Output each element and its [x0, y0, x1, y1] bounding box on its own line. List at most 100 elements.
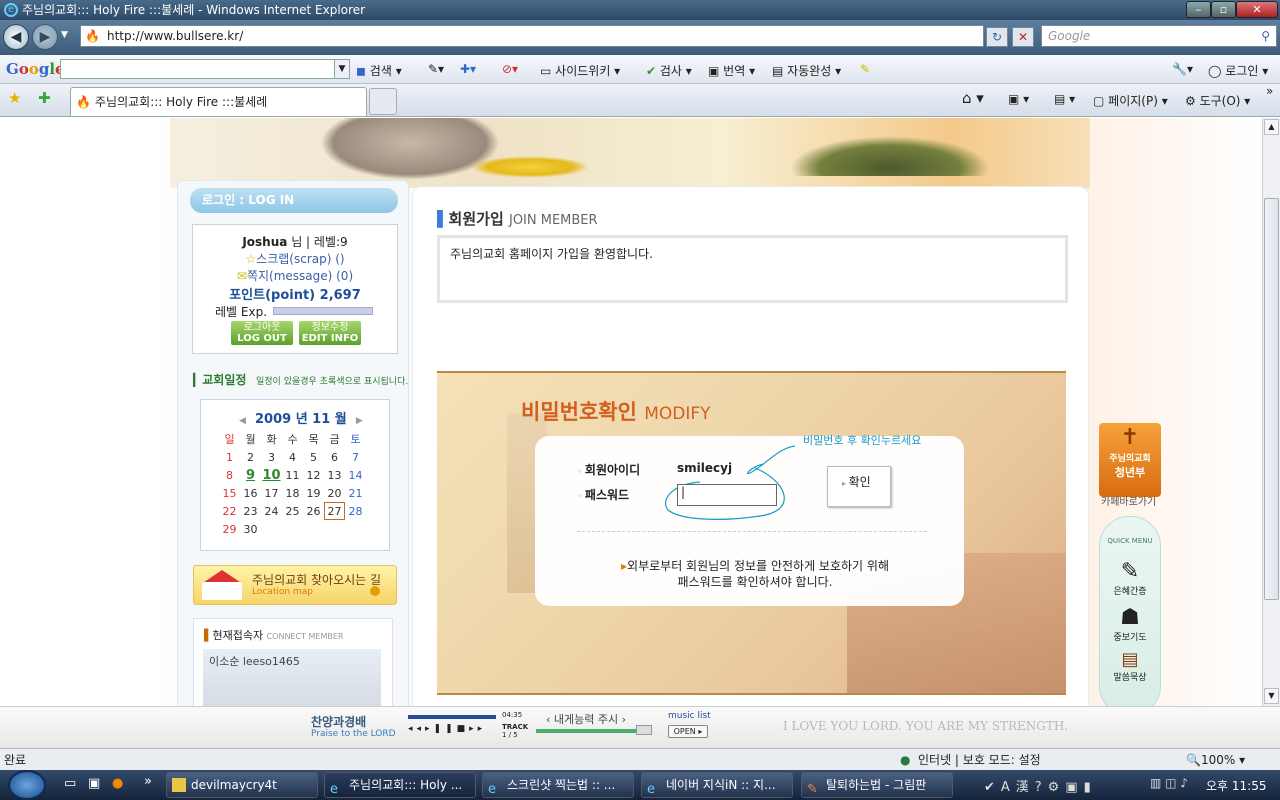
minimize-button[interactable]: –	[1186, 1, 1211, 18]
password-input[interactable]: |	[677, 484, 777, 506]
calendar-day[interactable]: 17	[261, 484, 282, 502]
new-tab-button[interactable]	[369, 88, 397, 115]
spellcheck-button[interactable]: ✔ 검사 ▾	[646, 62, 692, 79]
search-icon[interactable]: ⚲	[1261, 26, 1270, 46]
calendar-day[interactable]: 22	[219, 502, 240, 520]
taskbar-item-paint[interactable]: ✎ 탈퇴하는법 - 그림판	[801, 772, 953, 798]
tab-active[interactable]: 🔥 주님의교회::: Holy Fire :::불세례	[70, 87, 367, 116]
quick-item-word[interactable]: ▤ 말씀묵상	[1100, 649, 1160, 683]
taskbar-item-ie-active[interactable]: e 주님의교회::: Holy ...	[324, 772, 476, 798]
taskbar-item-ie-3[interactable]: e 네이버 지식iN :: 지...	[641, 772, 793, 798]
switch-windows-icon[interactable]: ▣	[88, 776, 100, 791]
feeds-icon[interactable]: ▣ ▾	[1008, 92, 1029, 106]
google-search-input[interactable]	[60, 59, 350, 79]
calendar-day[interactable]: 11	[282, 466, 303, 484]
scroll-down-icon[interactable]: ▼	[1264, 688, 1279, 704]
address-bar[interactable]: 🔥 http://www.bullsere.kr/	[80, 25, 984, 47]
add-favorites-icon[interactable]: ✚	[38, 89, 51, 107]
confirm-button[interactable]: ▸ 확인	[827, 466, 891, 507]
google-search-button[interactable]: ◼ 검색 ▾	[356, 62, 402, 79]
wrench-icon[interactable]: 🔧▾	[1172, 62, 1193, 76]
tray-icons[interactable]: ✔A漢?⚙▣▮	[984, 776, 1097, 795]
calendar-day[interactable]: 30	[240, 520, 261, 538]
security-zone[interactable]: 인터넷 | 보호 모드: 설정	[918, 749, 1041, 771]
back-button[interactable]: ◀	[3, 24, 29, 50]
quick-item-grace[interactable]: ✎ 은혜간증	[1100, 559, 1160, 597]
vertical-scrollbar[interactable]: ▲ ▼	[1262, 118, 1280, 706]
calendar-day[interactable]: 24	[261, 502, 282, 520]
translate-button[interactable]: ▣ 번역 ▾	[708, 62, 755, 79]
quick-item-prayer[interactable]: ☗ 중보기도	[1100, 605, 1160, 643]
page-menu[interactable]: ▢ 페이지(P) ▾	[1093, 92, 1168, 109]
calendar-day[interactable]: 25	[282, 502, 303, 520]
calendar-day[interactable]: 14	[345, 466, 366, 484]
highlight-icon[interactable]: ✎▾	[428, 62, 444, 76]
taskbar-item-folder[interactable]: devilmaycry4t	[166, 772, 318, 798]
history-dropdown-icon[interactable]: ▼	[61, 30, 68, 40]
home-icon[interactable]: ⌂ ▾	[962, 89, 984, 107]
calendar-day[interactable]: 9	[240, 466, 261, 484]
sidewiki-button[interactable]: ▭ 사이드위키 ▾	[540, 62, 620, 79]
calendar-day[interactable]: 5	[303, 448, 324, 466]
maximize-button[interactable]: ▫	[1211, 1, 1236, 18]
autofill-button[interactable]: ▤ 자동완성 ▾	[772, 62, 841, 79]
location-map-banner[interactable]: 주님의교회 찾아오시는 길 Location map	[193, 565, 397, 605]
calendar-day[interactable]: 21	[345, 484, 366, 502]
plus-icon[interactable]: ✚▾	[460, 62, 476, 76]
calendar-day[interactable]: 10	[261, 466, 282, 484]
favorites-star-icon[interactable]: ★	[8, 89, 21, 107]
google-dropdown-icon[interactable]: ▼	[334, 59, 350, 79]
forward-button[interactable]: ▶	[32, 24, 58, 50]
scroll-up-icon[interactable]: ▲	[1264, 119, 1279, 135]
calendar-day[interactable]: 18	[282, 484, 303, 502]
calendar-day[interactable]: 28	[345, 502, 366, 520]
edit-info-button[interactable]: 정보수정 EDIT INFO	[299, 321, 361, 345]
start-button[interactable]	[8, 770, 46, 800]
tools-menu[interactable]: ⚙ 도구(O) ▾	[1185, 92, 1250, 109]
calendar-day[interactable]: 15	[219, 484, 240, 502]
music-open-button[interactable]: OPEN ▸	[668, 725, 708, 738]
calendar-day[interactable]: 1	[219, 448, 240, 466]
chevron-icon[interactable]: »	[1266, 84, 1273, 98]
calendar-day[interactable]: 19	[303, 484, 324, 502]
more-icon[interactable]: »	[144, 774, 152, 789]
music-progress-bar[interactable]	[408, 715, 496, 719]
scroll-thumb[interactable]	[1264, 198, 1279, 600]
calendar-day[interactable]: 20	[324, 484, 345, 502]
close-window-button[interactable]: ✕	[1236, 1, 1278, 18]
calendar-day[interactable]: 6	[324, 448, 345, 466]
zoom-control[interactable]: 🔍100% ▾	[1186, 749, 1245, 771]
volume-slider[interactable]	[536, 729, 652, 733]
clock[interactable]: 오후 11:55	[1206, 777, 1266, 794]
calendar-day[interactable]: 12	[303, 466, 324, 484]
calendar-day[interactable]: 8	[219, 466, 240, 484]
logout-button[interactable]: 로그아웃 LOG OUT	[231, 321, 293, 345]
cafe-link[interactable]: 카페바로가기	[1101, 493, 1156, 508]
message-link[interactable]: ✉쪽지(message) (0)	[193, 267, 397, 284]
prev-month-icon[interactable]: ◀	[239, 416, 246, 426]
calendar-day[interactable]: 16	[240, 484, 261, 502]
calendar-day[interactable]: 13	[324, 466, 345, 484]
calendar-day[interactable]: 3	[261, 448, 282, 466]
calendar-day[interactable]: 7	[345, 448, 366, 466]
calendar-day[interactable]: 29	[219, 520, 240, 538]
next-month-icon[interactable]: ▶	[356, 416, 363, 426]
popup-block-icon[interactable]: ⊘▾	[502, 62, 518, 76]
calendar-day[interactable]: 26	[303, 502, 324, 520]
player-controls[interactable]: ◂◂▸❚❚■▸▸	[408, 724, 486, 734]
search-input[interactable]: Google ⚲	[1041, 25, 1277, 47]
refresh-icon[interactable]: ↻	[986, 27, 1008, 47]
scrap-link[interactable]: ☆스크랩(scrap) ()	[193, 250, 397, 267]
print-icon[interactable]: ▤ ▾	[1054, 92, 1075, 106]
calendar-day[interactable]: 2	[240, 448, 261, 466]
calendar-day[interactable]: 27	[324, 502, 345, 520]
youth-cafe-banner[interactable]: ✝ 주님의교회 청년부	[1099, 423, 1161, 497]
show-desktop-icon[interactable]: ▭	[64, 776, 76, 791]
network-volume-icons[interactable]: ▥ ◫ ♪	[1150, 776, 1188, 790]
stop-icon[interactable]: ✕	[1012, 27, 1034, 47]
calendar-day[interactable]: 23	[240, 502, 261, 520]
calendar-day[interactable]: 4	[282, 448, 303, 466]
pencil-icon[interactable]: ✎	[860, 62, 870, 76]
taskbar-item-ie-2[interactable]: e 스크린샷 찍는법 :: ...	[482, 772, 634, 798]
media-icon[interactable]: ●	[112, 776, 123, 791]
